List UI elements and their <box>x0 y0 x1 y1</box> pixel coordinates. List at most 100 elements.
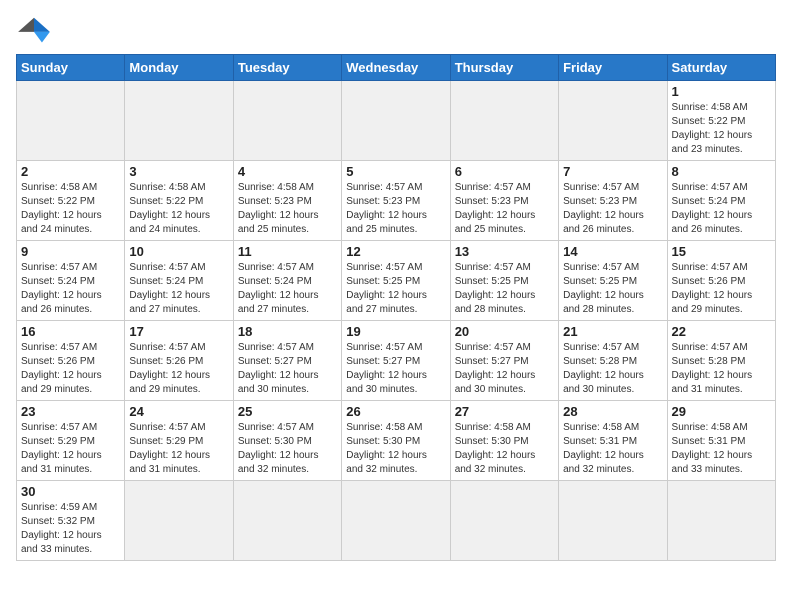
day-cell: 5Sunrise: 4:57 AM Sunset: 5:23 PM Daylig… <box>342 161 450 241</box>
day-number: 1 <box>672 84 771 99</box>
day-cell <box>342 481 450 561</box>
day-cell <box>125 481 233 561</box>
day-cell <box>559 81 667 161</box>
logo <box>16 16 56 46</box>
day-number: 14 <box>563 244 662 259</box>
day-info: Sunrise: 4:57 AM Sunset: 5:28 PM Dayligh… <box>672 341 771 397</box>
day-number: 21 <box>563 324 662 339</box>
day-info: Sunrise: 4:57 AM Sunset: 5:24 PM Dayligh… <box>21 261 120 317</box>
day-number: 7 <box>563 164 662 179</box>
day-info: Sunrise: 4:58 AM Sunset: 5:31 PM Dayligh… <box>672 421 771 477</box>
day-info: Sunrise: 4:58 AM Sunset: 5:31 PM Dayligh… <box>563 421 662 477</box>
day-cell: 28 Sunrise: 4:58 AM Sunset: 5:31 PM Dayli… <box>559 401 667 481</box>
day-number: 15 <box>672 244 771 259</box>
week-row-2: 9 Sunrise: 4:57 AM Sunset: 5:24 PM Daylig… <box>17 241 776 321</box>
day-number: 9 <box>21 244 120 259</box>
day-info: Sunrise: 4:58 AM Sunset: 5:23 PM Dayligh… <box>238 181 337 237</box>
calendar: SundayMondayTuesdayWednesdayThursdayFrid… <box>16 54 776 561</box>
weekday-header-saturday: Saturday <box>667 55 775 81</box>
day-number: 29 <box>672 404 771 419</box>
weekday-header-monday: Monday <box>125 55 233 81</box>
page-header <box>16 16 776 46</box>
day-cell <box>233 81 341 161</box>
day-number: 11 <box>238 244 337 259</box>
day-info: Sunrise: 4:57 AM Sunset: 5:24 PM Dayligh… <box>238 261 337 317</box>
week-row-5: 30 Sunrise: 4:59 AM Sunset: 5:32 PM Dayli… <box>17 481 776 561</box>
weekday-header-sunday: Sunday <box>17 55 125 81</box>
day-info: Sunrise: 4:57 AM Sunset: 5:25 PM Dayligh… <box>563 261 662 317</box>
day-cell: 25Sunrise: 4:57 AM Sunset: 5:30 PM Dayli… <box>233 401 341 481</box>
day-cell: 17 Sunrise: 4:57 AM Sunset: 5:26 PM Dayli… <box>125 321 233 401</box>
day-info: Sunrise: 4:57 AM Sunset: 5:25 PM Dayligh… <box>455 261 554 317</box>
day-number: 30 <box>21 484 120 499</box>
day-cell: 24 Sunrise: 4:57 AM Sunset: 5:29 PM Dayli… <box>125 401 233 481</box>
day-number: 4 <box>238 164 337 179</box>
day-number: 10 <box>129 244 228 259</box>
day-info: Sunrise: 4:57 AM Sunset: 5:27 PM Dayligh… <box>346 341 445 397</box>
day-cell: 14 Sunrise: 4:57 AM Sunset: 5:25 PM Dayli… <box>559 241 667 321</box>
day-info: Sunrise: 4:57 AM Sunset: 5:26 PM Dayligh… <box>129 341 228 397</box>
day-number: 28 <box>563 404 662 419</box>
day-info: Sunrise: 4:57 AM Sunset: 5:24 PM Dayligh… <box>672 181 771 237</box>
day-number: 23 <box>21 404 120 419</box>
weekday-header-thursday: Thursday <box>450 55 558 81</box>
day-info: Sunrise: 4:57 AM Sunset: 5:30 PM Dayligh… <box>238 421 337 477</box>
day-number: 13 <box>455 244 554 259</box>
day-cell <box>667 481 775 561</box>
weekday-header-tuesday: Tuesday <box>233 55 341 81</box>
day-cell: 3Sunrise: 4:58 AM Sunset: 5:22 PM Daylig… <box>125 161 233 241</box>
day-number: 19 <box>346 324 445 339</box>
day-cell: 8 Sunrise: 4:57 AM Sunset: 5:24 PM Daylig… <box>667 161 775 241</box>
week-row-4: 23 Sunrise: 4:57 AM Sunset: 5:29 PM Dayli… <box>17 401 776 481</box>
day-cell <box>342 81 450 161</box>
day-info: Sunrise: 4:58 AM Sunset: 5:22 PM Dayligh… <box>21 181 120 237</box>
day-cell: 4 Sunrise: 4:58 AM Sunset: 5:23 PM Daylig… <box>233 161 341 241</box>
day-info: Sunrise: 4:58 AM Sunset: 5:22 PM Dayligh… <box>672 101 771 157</box>
day-number: 17 <box>129 324 228 339</box>
day-cell: 10Sunrise: 4:57 AM Sunset: 5:24 PM Dayli… <box>125 241 233 321</box>
day-cell <box>559 481 667 561</box>
day-info: Sunrise: 4:57 AM Sunset: 5:29 PM Dayligh… <box>21 421 120 477</box>
day-cell: 12Sunrise: 4:57 AM Sunset: 5:25 PM Dayli… <box>342 241 450 321</box>
day-info: Sunrise: 4:57 AM Sunset: 5:26 PM Dayligh… <box>672 261 771 317</box>
weekday-header-wednesday: Wednesday <box>342 55 450 81</box>
day-number: 20 <box>455 324 554 339</box>
day-number: 8 <box>672 164 771 179</box>
day-info: Sunrise: 4:57 AM Sunset: 5:27 PM Dayligh… <box>238 341 337 397</box>
day-cell: 7 Sunrise: 4:57 AM Sunset: 5:23 PM Daylig… <box>559 161 667 241</box>
day-info: Sunrise: 4:57 AM Sunset: 5:23 PM Dayligh… <box>455 181 554 237</box>
day-cell: 11 Sunrise: 4:57 AM Sunset: 5:24 PM Dayli… <box>233 241 341 321</box>
day-info: Sunrise: 4:57 AM Sunset: 5:23 PM Dayligh… <box>346 181 445 237</box>
weekday-header-row: SundayMondayTuesdayWednesdayThursdayFrid… <box>17 55 776 81</box>
day-cell: 27Sunrise: 4:58 AM Sunset: 5:30 PM Dayli… <box>450 401 558 481</box>
logo-icon <box>16 16 52 46</box>
day-cell: 29 Sunrise: 4:58 AM Sunset: 5:31 PM Dayli… <box>667 401 775 481</box>
day-info: Sunrise: 4:57 AM Sunset: 5:23 PM Dayligh… <box>563 181 662 237</box>
day-cell <box>450 481 558 561</box>
day-cell <box>233 481 341 561</box>
day-number: 24 <box>129 404 228 419</box>
day-cell: 19 Sunrise: 4:57 AM Sunset: 5:27 PM Dayli… <box>342 321 450 401</box>
week-row-3: 16Sunrise: 4:57 AM Sunset: 5:26 PM Dayli… <box>17 321 776 401</box>
weekday-header-friday: Friday <box>559 55 667 81</box>
day-info: Sunrise: 4:58 AM Sunset: 5:22 PM Dayligh… <box>129 181 228 237</box>
day-info: Sunrise: 4:58 AM Sunset: 5:30 PM Dayligh… <box>455 421 554 477</box>
day-number: 2 <box>21 164 120 179</box>
week-row-1: 2 Sunrise: 4:58 AM Sunset: 5:22 PM Daylig… <box>17 161 776 241</box>
day-cell: 13 Sunrise: 4:57 AM Sunset: 5:25 PM Dayli… <box>450 241 558 321</box>
day-info: Sunrise: 4:58 AM Sunset: 5:30 PM Dayligh… <box>346 421 445 477</box>
day-cell: 15 Sunrise: 4:57 AM Sunset: 5:26 PM Dayli… <box>667 241 775 321</box>
day-cell: 26Sunrise: 4:58 AM Sunset: 5:30 PM Dayli… <box>342 401 450 481</box>
day-cell: 23 Sunrise: 4:57 AM Sunset: 5:29 PM Dayli… <box>17 401 125 481</box>
day-cell: 21 Sunrise: 4:57 AM Sunset: 5:28 PM Dayli… <box>559 321 667 401</box>
day-number: 22 <box>672 324 771 339</box>
day-info: Sunrise: 4:59 AM Sunset: 5:32 PM Dayligh… <box>21 501 120 557</box>
day-info: Sunrise: 4:57 AM Sunset: 5:29 PM Dayligh… <box>129 421 228 477</box>
day-number: 6 <box>455 164 554 179</box>
day-cell: 6 Sunrise: 4:57 AM Sunset: 5:23 PM Daylig… <box>450 161 558 241</box>
day-cell: 22 Sunrise: 4:57 AM Sunset: 5:28 PM Dayli… <box>667 321 775 401</box>
day-cell: 9 Sunrise: 4:57 AM Sunset: 5:24 PM Daylig… <box>17 241 125 321</box>
day-cell: 30 Sunrise: 4:59 AM Sunset: 5:32 PM Dayli… <box>17 481 125 561</box>
day-info: Sunrise: 4:57 AM Sunset: 5:28 PM Dayligh… <box>563 341 662 397</box>
day-info: Sunrise: 4:57 AM Sunset: 5:25 PM Dayligh… <box>346 261 445 317</box>
